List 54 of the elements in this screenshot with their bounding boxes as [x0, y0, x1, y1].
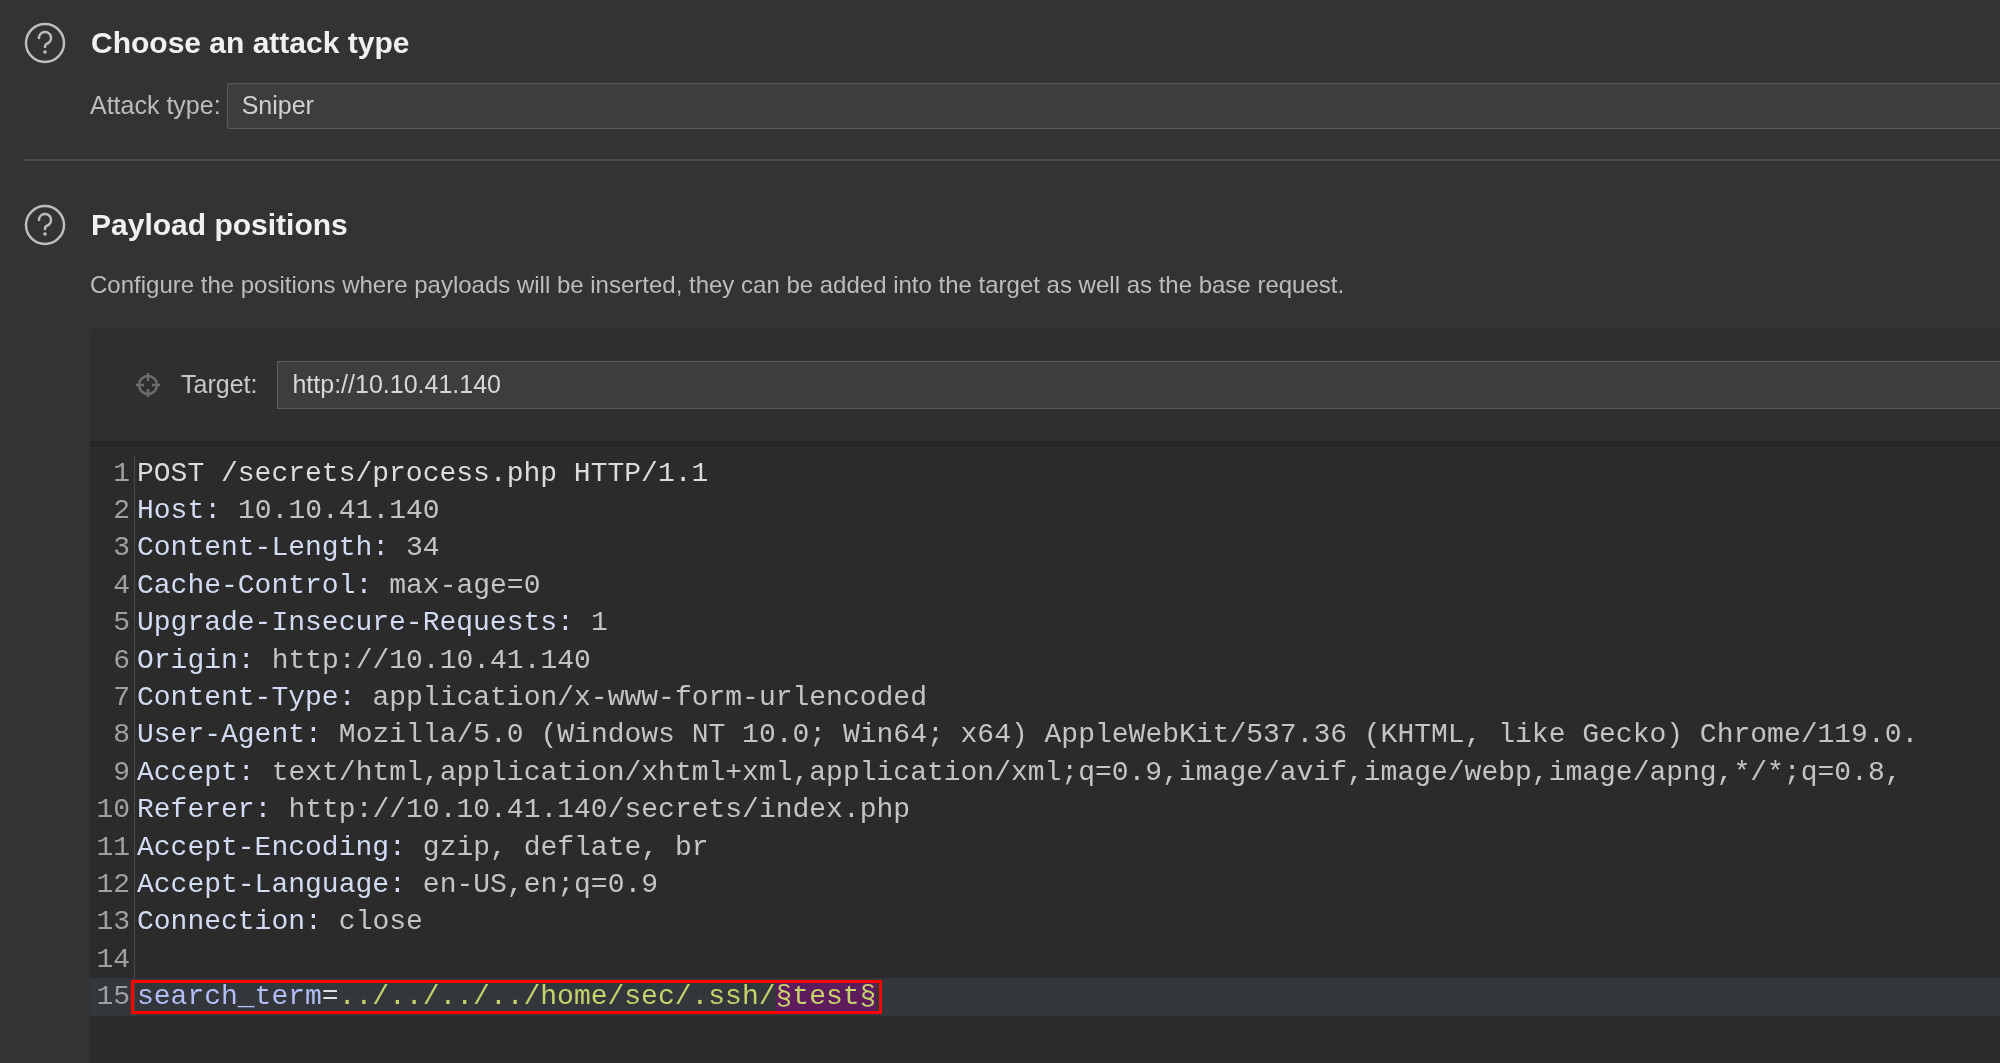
crosshair-icon: [135, 372, 161, 398]
help-icon[interactable]: [23, 202, 67, 247]
line-number: 11: [96, 833, 130, 862]
header-value: http://10.10.41.140/secrets/index.php: [288, 796, 911, 825]
line-number: 14: [96, 945, 130, 974]
field-label: Attack type:: [90, 90, 221, 122]
line-number: 8: [113, 721, 130, 750]
line-number: 4: [113, 571, 130, 600]
attack-type-dropdown[interactable]: Sniper: [226, 83, 2000, 129]
header-name: Accept:: [137, 758, 255, 787]
param-name: search_term: [137, 983, 322, 1012]
header-value: max-age=0: [389, 571, 541, 600]
header-value: en-US,en;q=0.9: [422, 871, 659, 899]
line-number: 15: [96, 983, 130, 1012]
target-field[interactable]: http://10.10.41.140: [277, 361, 2000, 409]
line-number: 10: [96, 796, 130, 825]
header-name: Upgrade-Insecure-Requests:: [137, 609, 574, 638]
line-number: 3: [113, 534, 130, 563]
header-value: http://10.10.41.140: [271, 646, 591, 675]
request-line: POST /secrets/process.php HTTP/1.1: [137, 459, 709, 488]
header-name: Content-Type:: [137, 684, 356, 713]
section-description: Configure the positions where payloads will be inserted, they can be added into the target as well as the base request.: [90, 270, 1346, 300]
header-value: application/x-www-form-urlencoded: [372, 684, 927, 713]
header-value: gzip, deflate, br: [422, 833, 709, 862]
section-title: Payload positions: [91, 207, 348, 243]
line-number: 6: [113, 646, 130, 675]
section-title: Choose an attack type: [91, 25, 410, 61]
line-number: 13: [96, 908, 130, 937]
header-name: Accept-Language:: [137, 871, 406, 899]
header-value: close: [338, 908, 423, 937]
param-value: ../../../../home/sec/.ssh/: [338, 983, 776, 1012]
line-number: 9: [113, 758, 130, 787]
param-separator: =: [321, 983, 339, 1012]
header-value: 10.10.41.140: [238, 497, 440, 526]
line-number: 5: [113, 609, 130, 638]
help-icon[interactable]: [23, 20, 67, 65]
header-name: Content-Length:: [137, 534, 390, 563]
line-number: 1: [113, 459, 130, 488]
header-name: Host:: [137, 497, 221, 526]
target-label: Target:: [181, 369, 258, 401]
header-value: Mozilla/5.0 (Windows NT 10.0; Win64; x64) AppleWebKit/537.36 (KHTML, like Gecko) Chrome/119.0.: [338, 721, 1919, 750]
header-name: Origin:: [137, 646, 255, 675]
line-number: 7: [113, 684, 130, 713]
line-number: 2: [113, 497, 130, 526]
line-number: 12: [96, 871, 130, 899]
header-value: 34: [406, 534, 440, 563]
header-name: User-Agent:: [137, 721, 322, 750]
header-name: Referer:: [137, 796, 272, 825]
header-name: Accept-Encoding:: [137, 833, 406, 862]
header-name: Cache-Control:: [137, 571, 373, 600]
payload-marker: §test§: [775, 983, 877, 1012]
header-name: Connection:: [137, 908, 322, 937]
header-value: 1: [590, 609, 608, 638]
header-value: text/html,application/xhtml+xml,application/xml;q=0.9,image/avif,image/webp,image/apng,*/*;q=0.8,: [271, 758, 1902, 787]
